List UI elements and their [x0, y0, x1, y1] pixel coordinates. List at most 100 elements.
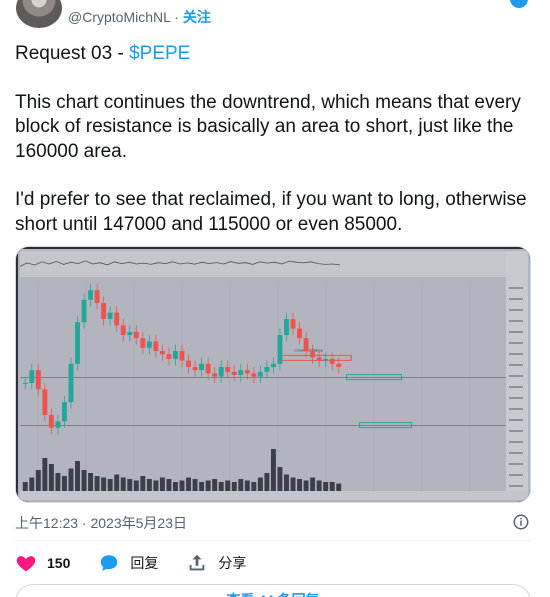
candle-body [212, 373, 218, 377]
price-tick [509, 287, 523, 289]
volume-bar [186, 477, 191, 491]
tweet-text: Request 03 - $PEPE This chart continues … [15, 42, 535, 237]
volume-bar [22, 482, 28, 491]
like-count: 150 [47, 555, 71, 571]
view-replies-button[interactable]: 查看 44 条回复 [15, 584, 531, 597]
candle-body [114, 312, 120, 326]
volume-bar [270, 449, 276, 491]
candle-body [186, 360, 191, 367]
volume-bar [35, 470, 41, 491]
candle-body [205, 363, 211, 374]
candle-body [192, 367, 198, 371]
volume-bar [257, 477, 263, 491]
price-tick [509, 452, 523, 454]
volume-bar [290, 477, 296, 491]
price-tick [509, 397, 523, 399]
candle-body [199, 363, 205, 371]
candle-body [140, 338, 146, 348]
candle-body [35, 370, 41, 390]
price-tick [509, 441, 523, 443]
volume-bar [205, 480, 211, 491]
author-handle-row: @CryptoMichNL · 关注 [68, 8, 211, 26]
divider [15, 540, 531, 541]
candle-body [29, 370, 35, 383]
candle-body [81, 299, 87, 323]
info-icon[interactable] [512, 513, 530, 531]
candle-body [88, 290, 94, 300]
volume-bar [329, 482, 335, 491]
volume-bar [212, 479, 218, 491]
candle-body [284, 319, 289, 335]
candle-body [290, 319, 296, 329]
candle-body [94, 290, 100, 303]
share-label: 分享 [218, 555, 247, 571]
time-axis [20, 491, 528, 500]
volume-bar [42, 458, 48, 491]
volume-bar [94, 476, 100, 491]
volume-bar [218, 482, 224, 491]
candle-body [75, 322, 80, 364]
chart-image[interactable]: Current resistance [15, 246, 531, 503]
price-tick [509, 419, 523, 421]
author-row: @CryptoMichNL · 关注 [0, 0, 550, 36]
candle-body [231, 371, 237, 375]
candle-body [277, 335, 283, 364]
candle-body [127, 331, 133, 335]
volume-bar [244, 480, 250, 491]
price-tick [509, 331, 523, 333]
avatar[interactable] [16, 0, 62, 28]
tweet-paragraph-2: This chart continues the downtrend, whic… [15, 91, 527, 162]
price-tick [509, 386, 523, 388]
price-tick [509, 364, 523, 366]
candle-body [166, 354, 172, 359]
grok-icon[interactable] [510, 0, 528, 8]
candle-body [42, 389, 48, 415]
price-tick [509, 353, 523, 355]
volume-bar [61, 476, 67, 491]
tweet-timestamp[interactable]: 上午12:23 · 2023年5月23日 [15, 513, 187, 533]
volume-bar [251, 482, 257, 491]
volume-bar [166, 479, 172, 491]
price-tick [509, 463, 523, 465]
volume-bar [297, 479, 303, 491]
price-tick [509, 320, 523, 322]
candle-body [55, 421, 61, 428]
volume-bar [303, 480, 309, 491]
volume-bar [284, 474, 289, 491]
cashtag-link[interactable]: $PEPE [129, 43, 190, 64]
candle-body [264, 367, 270, 372]
price-tick [509, 408, 523, 410]
volume-bar [55, 473, 61, 491]
price-tick [509, 485, 523, 487]
candle-body [48, 415, 54, 428]
price-tick [509, 430, 523, 432]
author-handle[interactable]: @CryptoMichNL [68, 9, 170, 25]
volume-bar [159, 477, 165, 491]
candle-body [310, 351, 316, 358]
volume-bar [88, 473, 94, 491]
volume-bar [75, 461, 80, 491]
reply-button[interactable]: 回复 [98, 550, 158, 576]
candle-body [303, 338, 309, 351]
volume-bar [120, 477, 126, 491]
candle-body [238, 370, 244, 375]
action-bar: 150 回复 分享 [15, 550, 274, 576]
volume-bar [29, 477, 35, 491]
candle-body [120, 325, 126, 335]
reply-label: 回复 [130, 555, 159, 571]
follow-button[interactable]: 关注 [183, 9, 211, 25]
price-tick [509, 474, 523, 476]
candle-body [22, 383, 28, 384]
share-button[interactable]: 分享 [186, 550, 246, 576]
like-button[interactable]: 150 [15, 550, 70, 576]
price-tick [509, 342, 523, 344]
volume-bar [146, 479, 152, 491]
volume-bar [238, 479, 244, 491]
candle-body [316, 357, 322, 361]
candle-body [133, 331, 139, 339]
volume-bar [133, 480, 139, 491]
volume-bar [114, 474, 120, 491]
volume-bar [323, 482, 329, 491]
candle-body [244, 370, 250, 374]
candle-body [218, 367, 224, 377]
